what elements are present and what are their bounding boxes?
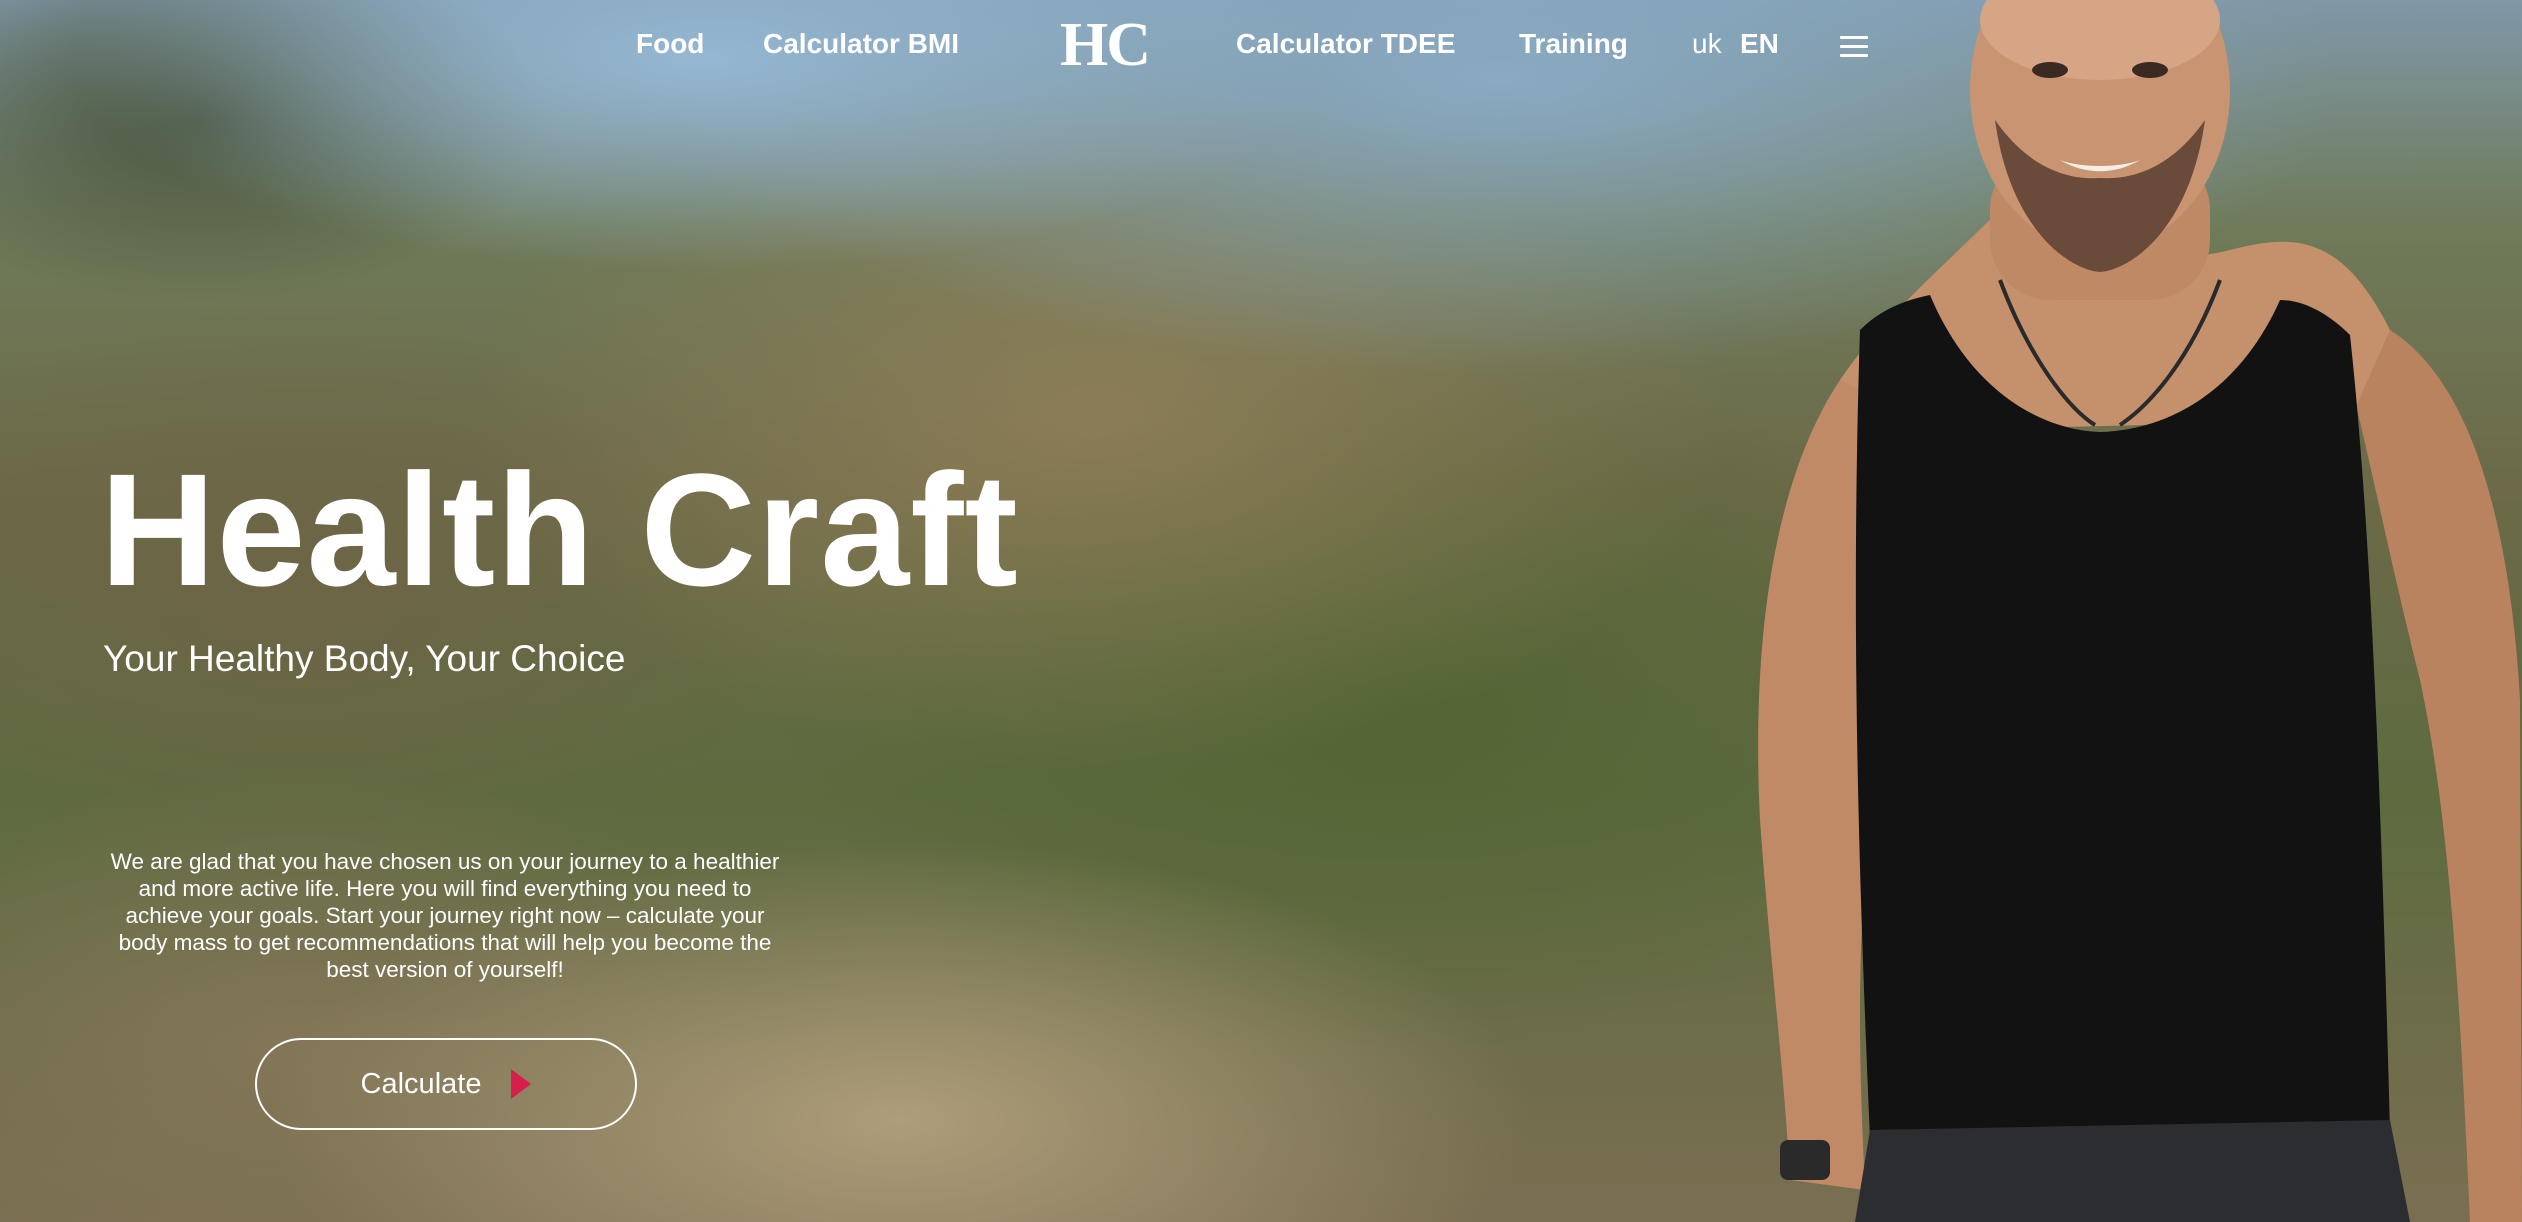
nav-item-food[interactable]: Food xyxy=(636,28,704,60)
language-uk-option[interactable]: uk xyxy=(1692,28,1722,60)
nav-item-calculator-bmi[interactable]: Calculator BMI xyxy=(763,28,959,60)
nav-item-calculator-tdee[interactable]: Calculator TDEE xyxy=(1236,28,1455,60)
home-page: Food Calculator BMI HC Calculator TDEE T… xyxy=(0,0,2522,1222)
play-arrow-icon xyxy=(511,1069,532,1099)
nav-item-training[interactable]: Training xyxy=(1519,28,1628,60)
calculate-button[interactable]: Calculate xyxy=(255,1038,637,1130)
site-logo[interactable]: HC xyxy=(1060,10,1151,81)
hero-description: We are glad that you have chosen us on y… xyxy=(110,849,780,982)
language-en-option[interactable]: EN xyxy=(1740,28,1779,60)
top-navigation: Food Calculator BMI HC Calculator TDEE T… xyxy=(0,0,2522,96)
hero-subtitle: Your Healthy Body, Your Choice xyxy=(103,638,626,679)
hero-person-image xyxy=(1758,0,2522,1222)
hamburger-menu-icon[interactable] xyxy=(1840,36,1868,58)
calculate-button-label: Calculate xyxy=(360,1067,482,1100)
hero-title: Health Craft xyxy=(100,440,1019,619)
